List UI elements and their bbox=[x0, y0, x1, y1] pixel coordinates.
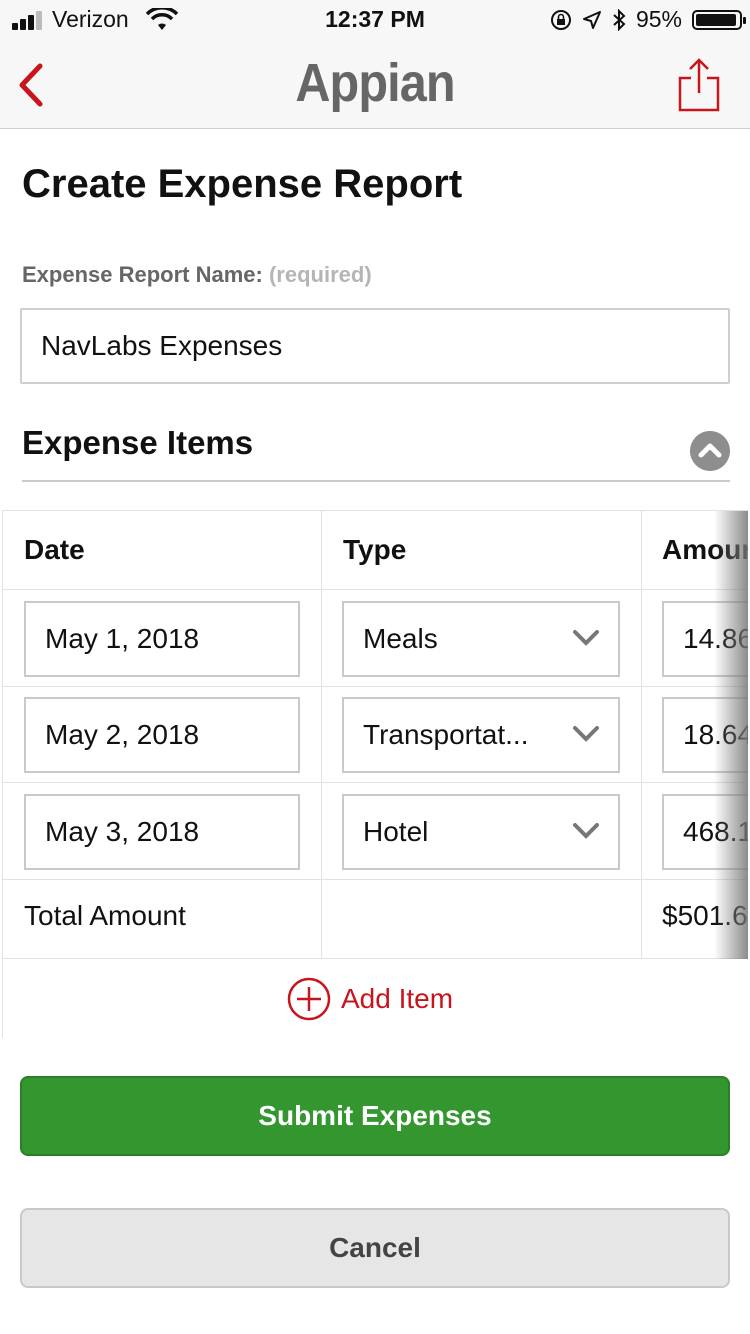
grid-border bbox=[2, 510, 748, 1038]
location-arrow-icon bbox=[582, 10, 601, 29]
battery-level bbox=[696, 13, 736, 26]
submit-expenses-button[interactable]: Submit Expenses bbox=[20, 1076, 730, 1156]
share-button[interactable] bbox=[676, 56, 722, 114]
status-bar: Verizon 12:37 PM 95% bbox=[0, 0, 750, 40]
orientation-lock-icon bbox=[550, 9, 571, 30]
section-divider bbox=[22, 480, 730, 482]
required-indicator: (required) bbox=[268, 262, 372, 287]
page-title: Create Expense Report bbox=[22, 162, 463, 206]
cancel-button[interactable]: Cancel bbox=[20, 1208, 730, 1288]
bluetooth-icon bbox=[613, 8, 626, 31]
battery-percent: 95% bbox=[635, 6, 682, 32]
report-name-label-text: Expense Report Name: bbox=[22, 262, 263, 287]
expense-items-grid: Date Type Amour May 1, 2018 Meals 14.86 … bbox=[2, 510, 748, 1038]
appian-logo: Appian bbox=[295, 53, 455, 113]
report-name-input[interactable]: NavLabs Expenses bbox=[20, 308, 730, 384]
collapse-section-button[interactable] bbox=[690, 431, 730, 471]
battery-icon bbox=[692, 9, 746, 30]
navigation-bar: Verizon 12:37 PM 95% Appian bbox=[0, 0, 750, 129]
report-name-label: Expense Report Name: (required) bbox=[22, 262, 372, 288]
expense-items-heading: Expense Items bbox=[22, 424, 254, 461]
